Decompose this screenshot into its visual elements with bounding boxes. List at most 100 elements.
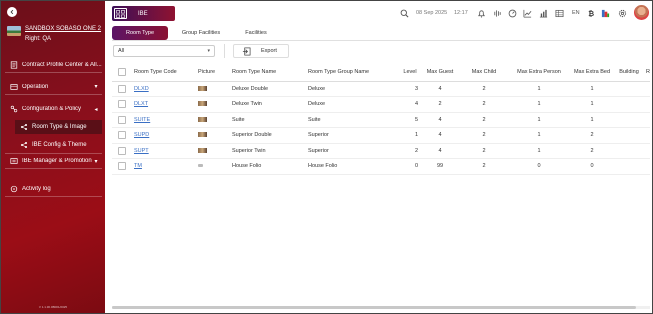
filter-select[interactable]: All ▾ xyxy=(113,45,215,57)
room-picture[interactable] xyxy=(196,96,230,113)
table-row[interactable]: TM House Folio House Folio 0 99 2 0 0 xyxy=(112,158,650,175)
tab-facilities[interactable]: Facilities xyxy=(234,26,278,40)
sidebar-item-activity-log[interactable]: Activity log xyxy=(5,181,102,197)
room-image-thumbnail[interactable] xyxy=(198,147,207,153)
column-header[interactable]: Picture xyxy=(196,64,230,82)
settings-icon[interactable] xyxy=(618,9,627,18)
room-picture[interactable] xyxy=(196,143,230,159)
column-header[interactable]: Max Guest xyxy=(420,64,460,82)
grid-icon xyxy=(114,8,127,19)
search-icon[interactable] xyxy=(400,9,409,18)
level-cell: 3 xyxy=(400,81,420,97)
table-row[interactable]: DLXD Deluxe Double Deluxe 3 4 2 1 1 xyxy=(112,81,650,97)
max-guest-cell: 4 xyxy=(420,81,460,97)
level-cell: 2 xyxy=(400,143,420,159)
export-icon xyxy=(242,47,251,55)
building-cell xyxy=(614,112,644,128)
sidebar-item-configuration[interactable]: Configuration & Policy ◂ xyxy=(5,101,102,117)
column-header[interactable]: Max Child xyxy=(460,64,508,82)
room-picture[interactable] xyxy=(196,127,230,144)
row-checkbox[interactable] xyxy=(112,112,132,128)
column-header[interactable]: Ro xyxy=(644,64,650,82)
room-type-code-link[interactable]: SUPD xyxy=(134,132,149,138)
audio-icon[interactable] xyxy=(493,9,502,18)
sidebar-item-operation[interactable]: Operation ▾ xyxy=(5,79,102,95)
sidebar-subitem-ibe-config[interactable]: IBE Config & Theme xyxy=(15,138,102,152)
room-type-group-name: Deluxe xyxy=(306,96,400,113)
max-extra-bed-cell: 0 xyxy=(570,158,614,175)
room-image-thumbnail[interactable] xyxy=(198,101,207,107)
column-header[interactable]: Room Type Name xyxy=(230,64,306,82)
chevron-down-icon: ▾ xyxy=(94,84,98,90)
bar-chart-icon[interactable] xyxy=(539,9,548,18)
hotel-info[interactable]: SANDBOX SOBASO ONE 2 Right: QA xyxy=(7,23,103,45)
row-checkbox[interactable] xyxy=(112,127,132,144)
sidebar-item-contract[interactable]: Contract Profile Center & All... xyxy=(5,57,102,73)
max-child-cell: 2 xyxy=(460,81,508,97)
row-checkbox[interactable] xyxy=(112,81,132,97)
table-row[interactable]: SUITE Suite Suite 5 4 2 1 1 xyxy=(112,112,650,128)
room-image-thumbnail[interactable] xyxy=(198,85,207,91)
room-image-thumbnail[interactable] xyxy=(198,116,207,122)
room-type-name: Deluxe Double xyxy=(230,81,306,97)
room-type-code-link[interactable]: SUPT xyxy=(134,148,149,154)
table-icon[interactable] xyxy=(555,9,564,18)
room-picture[interactable] xyxy=(196,158,230,175)
scrollbar-thumb[interactable] xyxy=(112,306,636,309)
table-row[interactable]: DLXT Deluxe Twin Deluxe 4 2 2 1 1 xyxy=(112,96,650,113)
hotel-name[interactable]: SANDBOX SOBASO ONE 2 xyxy=(25,26,101,32)
column-header[interactable]: Building xyxy=(614,64,644,82)
gauge-icon[interactable] xyxy=(508,9,517,18)
back-button[interactable] xyxy=(7,7,17,17)
room-type-group-name: Suite xyxy=(306,112,400,128)
max-guest-cell: 4 xyxy=(420,127,460,144)
sidebar-item-label: Activity log xyxy=(22,185,51,192)
column-header[interactable]: Room Type Group Name xyxy=(306,64,400,82)
hotel-logo-icon[interactable] xyxy=(601,9,610,18)
user-avatar[interactable] xyxy=(634,5,649,20)
sidebar-item-ibe-manager[interactable]: IBE Manager & Promotion ▾ xyxy=(5,153,102,169)
language-selector[interactable]: EN xyxy=(572,10,580,16)
column-header[interactable]: Max Extra Bed xyxy=(570,64,614,82)
line-chart-icon[interactable] xyxy=(523,9,532,18)
room-type-group-name: Superior xyxy=(306,143,400,159)
max-extra-bed-cell: 1 xyxy=(570,81,614,97)
table-row[interactable]: SUPD Superior Double Superior 1 4 2 1 2 xyxy=(112,127,650,144)
level-cell: 1 xyxy=(400,127,420,144)
room-type-code-link[interactable]: TM xyxy=(134,163,142,169)
room-type-code-link[interactable]: SUITE xyxy=(134,117,150,123)
tab-group-facilities[interactable]: Group Facilities xyxy=(172,26,230,40)
row-checkbox[interactable] xyxy=(112,96,132,113)
currency-icon[interactable]: ₿ xyxy=(586,9,595,18)
select-all-checkbox[interactable] xyxy=(112,64,132,82)
room-picture[interactable] xyxy=(196,112,230,128)
horizontal-scrollbar[interactable] xyxy=(112,306,650,309)
operation-icon xyxy=(9,82,18,91)
room-type-group-name: House Folio xyxy=(306,158,400,175)
column-header[interactable]: Max Extra Person xyxy=(508,64,570,82)
room-type-code-link[interactable]: DLXD xyxy=(134,86,149,92)
row-checkbox[interactable] xyxy=(112,158,132,175)
max-extra-person-cell: 1 xyxy=(508,143,570,159)
max-child-cell: 2 xyxy=(460,127,508,144)
sidebar-subitem-room-type[interactable]: Room Type & Image xyxy=(15,120,102,134)
chevron-left-icon xyxy=(10,9,14,15)
current-time: 12:17 xyxy=(454,10,468,16)
max-extra-bed-cell: 2 xyxy=(570,127,614,144)
export-button[interactable]: Export xyxy=(233,44,289,58)
user-right: Right: QA xyxy=(25,36,52,42)
row-checkbox[interactable] xyxy=(112,143,132,159)
table-row[interactable]: SUPT Superior Twin Superior 2 4 2 1 2 xyxy=(112,143,650,159)
max-extra-person-cell: 1 xyxy=(508,81,570,97)
extra-cell xyxy=(644,158,650,175)
tab-room-type[interactable]: Room Type xyxy=(112,26,168,40)
room-image-thumbnail[interactable] xyxy=(198,164,203,168)
column-header[interactable]: Level xyxy=(400,64,420,82)
module-button[interactable]: IBE xyxy=(112,6,175,21)
bell-icon[interactable] xyxy=(477,9,486,18)
svg-text:₿: ₿ xyxy=(588,9,594,18)
room-image-thumbnail[interactable] xyxy=(198,132,207,138)
room-picture[interactable] xyxy=(196,81,230,97)
room-type-code-link[interactable]: DLXT xyxy=(134,101,148,107)
column-header[interactable]: Room Type Code xyxy=(132,64,196,82)
